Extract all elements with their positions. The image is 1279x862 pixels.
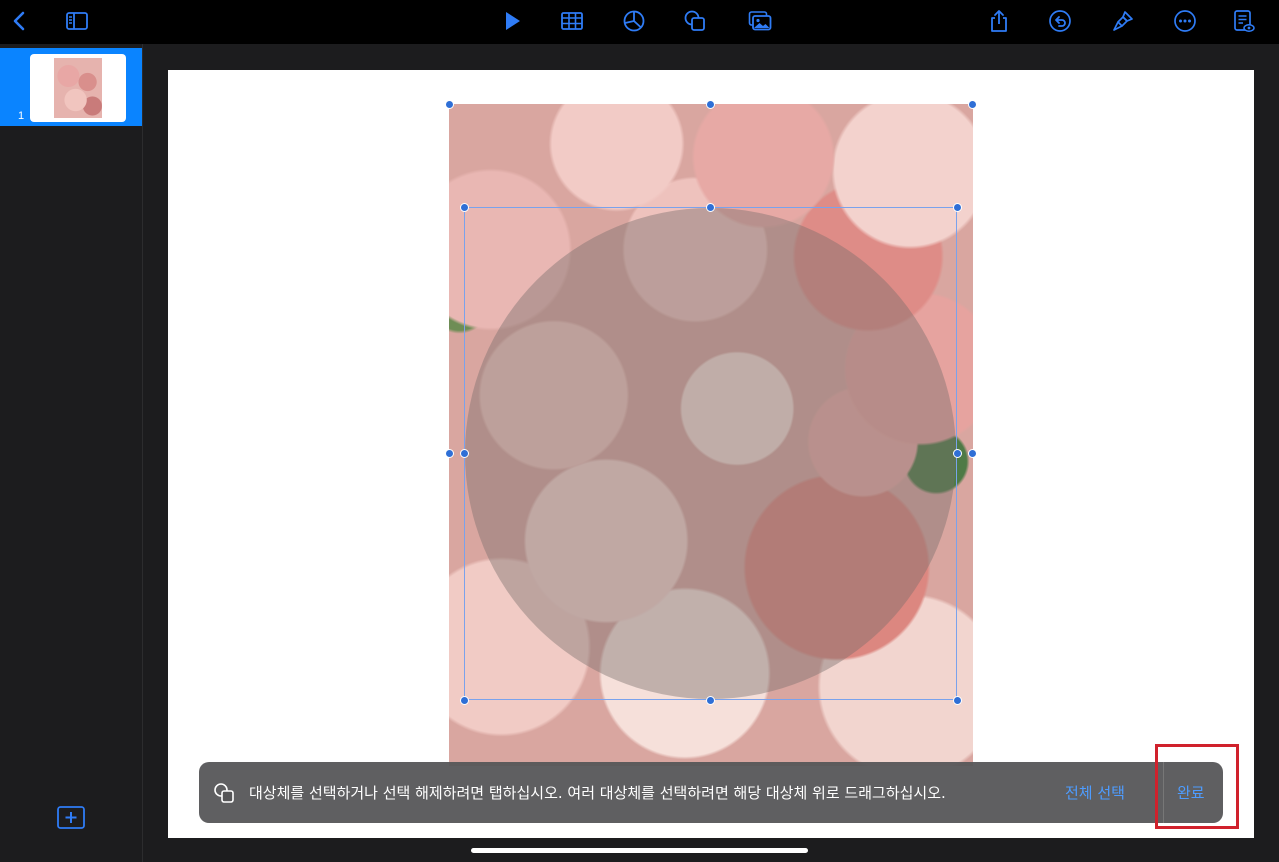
add-slide-icon: [57, 806, 85, 829]
photo-resize-handle[interactable]: [445, 449, 454, 458]
format-brush-icon: [1113, 11, 1133, 31]
photo-resize-handle[interactable]: [445, 100, 454, 109]
photo-resize-handle[interactable]: [968, 100, 977, 109]
shape-resize-handle[interactable]: [953, 696, 962, 705]
top-toolbar: [0, 0, 1279, 44]
undo-button[interactable]: [1044, 6, 1076, 36]
more-button[interactable]: [1169, 6, 1201, 36]
selection-instructions: 대상체를 선택하거나 선택 해제하려면 탭하십시오. 여러 대상체를 선택하려면…: [249, 784, 946, 802]
more-icon: [1174, 10, 1196, 32]
sidebar-toggle-button[interactable]: [61, 6, 93, 36]
multi-select-icon: [214, 783, 234, 803]
share-icon: [991, 10, 1007, 32]
media-icon: [748, 11, 772, 31]
select-all-button[interactable]: 전체 선택: [1065, 782, 1125, 803]
shape-resize-handle[interactable]: [460, 696, 469, 705]
back-button[interactable]: [4, 6, 36, 36]
undo-icon: [1049, 10, 1071, 32]
home-indicator: [471, 848, 808, 853]
format-button[interactable]: [1107, 6, 1139, 36]
play-icon: [506, 12, 520, 30]
slide-thumbnail-1[interactable]: 1: [0, 48, 142, 126]
insert-chart-button[interactable]: [618, 6, 650, 36]
shape-resize-handle[interactable]: [706, 203, 715, 212]
slide-number: 1: [18, 110, 25, 122]
photo-resize-handle[interactable]: [968, 449, 977, 458]
sidebar-icon: [66, 12, 88, 30]
chart-icon: [623, 10, 645, 32]
shape-resize-handle[interactable]: [706, 696, 715, 705]
shape-resize-handle[interactable]: [953, 449, 962, 458]
table-icon: [561, 12, 583, 30]
thumbnail-flower-image: [54, 58, 102, 118]
add-slide-button[interactable]: [56, 805, 86, 831]
document-view-icon: [1234, 10, 1255, 32]
insert-media-button[interactable]: [744, 6, 776, 36]
circle-shape-selection[interactable]: [464, 207, 957, 700]
shapes-icon: [684, 10, 705, 31]
slide-thumbnail-preview: [30, 54, 126, 122]
shape-resize-handle[interactable]: [460, 449, 469, 458]
shape-resize-handle[interactable]: [953, 203, 962, 212]
photo-resize-handle[interactable]: [706, 100, 715, 109]
share-button[interactable]: [983, 6, 1015, 36]
highlight-box: [1155, 744, 1239, 829]
document-view-button[interactable]: [1227, 6, 1259, 36]
back-icon: [13, 11, 25, 31]
shape-resize-handle[interactable]: [460, 203, 469, 212]
slide-navigator: 1: [0, 44, 143, 862]
circle-shape[interactable]: [465, 208, 956, 699]
insert-shape-button[interactable]: [679, 6, 711, 36]
insert-table-button[interactable]: [556, 6, 588, 36]
selection-mode-bar: 대상체를 선택하거나 선택 해제하려면 탭하십시오. 여러 대상체를 선택하려면…: [199, 762, 1223, 823]
play-button[interactable]: [496, 6, 528, 36]
